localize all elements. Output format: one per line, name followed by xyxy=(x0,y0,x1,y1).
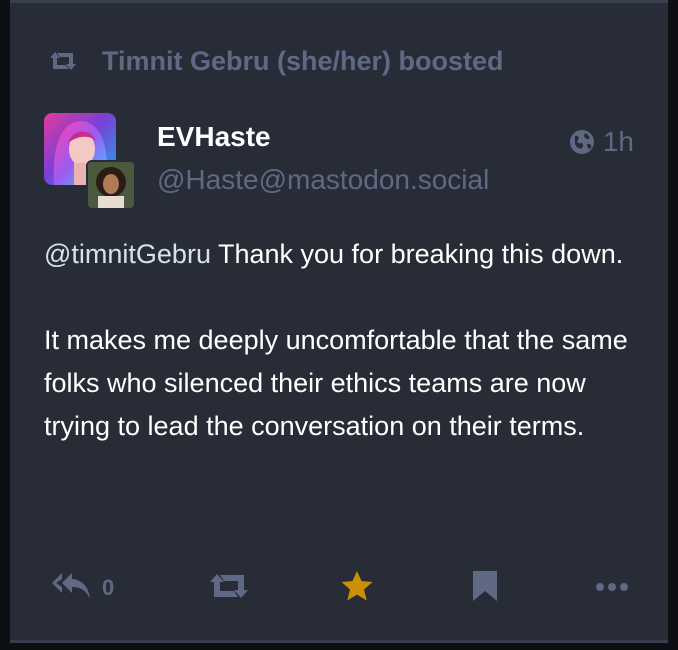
bookmark-button[interactable] xyxy=(472,568,498,608)
star-icon xyxy=(340,570,374,607)
app-frame: Timnit Gebru (she/her) boosted EVHaste @… xyxy=(0,0,678,650)
mention-link[interactable]: @timnitGebru xyxy=(44,239,211,269)
paragraph-1-text: Thank you for breaking this down. xyxy=(210,239,624,269)
bookmark-icon xyxy=(472,570,498,607)
boost-indicator: Timnit Gebru (she/her) boosted xyxy=(48,43,504,79)
display-name[interactable]: EVHaste xyxy=(157,121,271,153)
account-handle[interactable]: @Haste@mastodon.social xyxy=(157,164,489,196)
retweet-icon xyxy=(48,49,78,73)
action-bar: 0 xyxy=(10,568,668,608)
reply-button[interactable]: 0 xyxy=(52,568,114,608)
more-button[interactable] xyxy=(596,568,628,608)
status-meta[interactable]: 1h xyxy=(569,126,634,158)
favourite-button[interactable] xyxy=(340,568,374,608)
reply-count: 0 xyxy=(102,575,115,600)
status-time[interactable]: 1h xyxy=(603,126,634,158)
globe-icon xyxy=(569,129,595,155)
status-paragraph-1: @timnitGebru Thank you for breaking this… xyxy=(44,233,644,276)
booster-avatar[interactable] xyxy=(86,160,136,210)
status-card[interactable]: Timnit Gebru (she/her) boosted EVHaste @… xyxy=(10,0,668,643)
retweet-icon xyxy=(208,571,250,606)
avatar-stack[interactable] xyxy=(44,113,136,210)
status-content: @timnitGebru Thank you for breaking this… xyxy=(44,233,644,491)
boost-text[interactable]: Timnit Gebru (she/her) boosted xyxy=(102,46,504,77)
reply-all-icon xyxy=(52,571,92,606)
boost-button[interactable] xyxy=(208,568,250,608)
ellipsis-icon xyxy=(596,579,628,597)
status-paragraph-2: It makes me deeply uncomfortable that th… xyxy=(44,325,628,441)
